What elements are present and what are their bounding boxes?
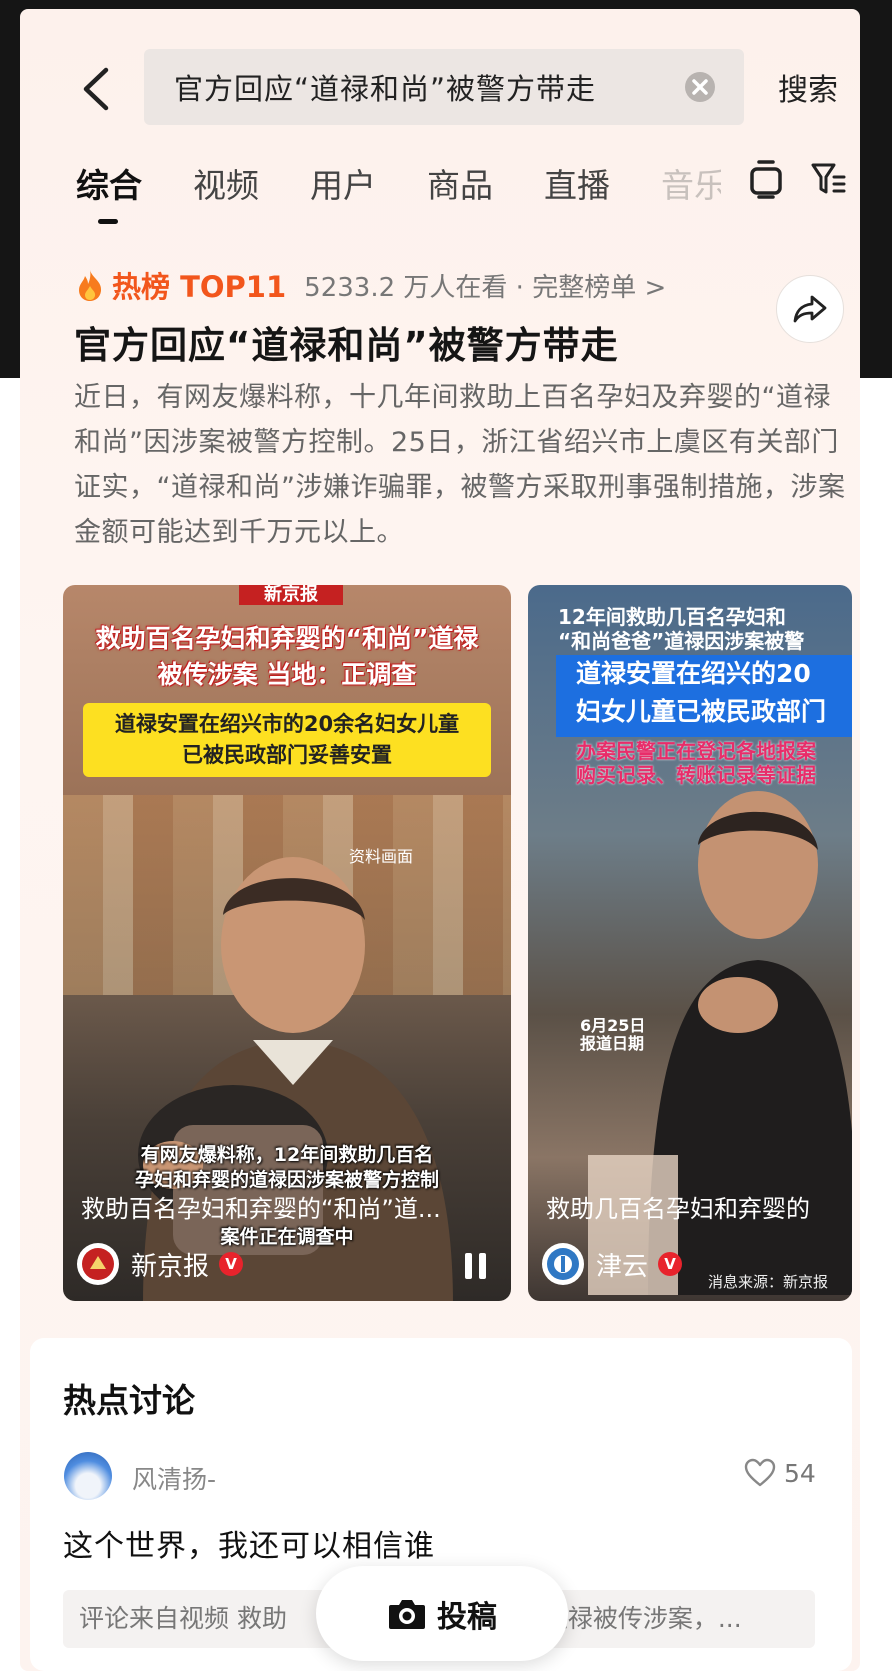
video-caption: 被传涉案 当地：正调查 xyxy=(157,660,417,689)
share-icon xyxy=(793,295,827,323)
post-button[interactable]: 投稿 xyxy=(316,1566,568,1661)
video-date-stamp: 6月25日 报道日期 xyxy=(580,1017,645,1053)
video-source-tag: 消息来源：新京报 xyxy=(707,1273,828,1291)
video-subtitle: 有网友爆料称，12年间救助几百名 孕妇和弃婴的道禄因涉案被警方控制 xyxy=(63,1143,511,1193)
filter-icon[interactable] xyxy=(810,161,846,197)
video-card[interactable]: 新京报 救助百名孕妇和弃婴的“和尚”道禄 被传涉案 当地：正调查 道禄安置在绍兴… xyxy=(63,585,511,1301)
topic-title: 官方回应“道禄和尚”被警方带走 xyxy=(74,324,619,367)
search-query: 官方回应“道禄和尚”被警方带走 xyxy=(174,72,597,106)
caption-line: 12年间救助几百名孕妇和 xyxy=(558,605,786,629)
tab-music[interactable]: 音乐 xyxy=(661,159,721,207)
author-logo-icon xyxy=(82,1248,114,1280)
date-line: 报道日期 xyxy=(580,1034,645,1053)
flame-icon xyxy=(79,270,102,301)
video-title: 救助百名孕妇和弃婴的“和尚”道... xyxy=(81,1195,441,1223)
video-caption: 救助百名孕妇和弃婴的“和尚”道禄 xyxy=(95,624,479,653)
tv-icon[interactable] xyxy=(748,159,784,199)
tab-live[interactable]: 直播 xyxy=(544,159,610,207)
tab-products[interactable]: 商品 xyxy=(427,159,493,207)
back-arrow-icon[interactable] xyxy=(78,64,118,114)
tab-video[interactable]: 视频 xyxy=(193,159,259,207)
hot-rank-label: 热榜 TOP11 xyxy=(112,270,287,304)
highlight-line: 道禄安置在绍兴市的20余名妇女儿童 xyxy=(114,712,460,736)
video-highlight-box: 道禄安置在绍兴市的20余名妇女儿童 已被民政部门妥善安置 xyxy=(83,703,491,777)
video-data-label: 资料画面 xyxy=(349,847,414,866)
highlight-line: 已被民政部门妥善安置 xyxy=(182,743,392,767)
caption-line: “和尚爸爸”道禄因涉案被警 xyxy=(558,629,805,653)
pause-icon[interactable] xyxy=(465,1253,487,1279)
section-title: 热点讨论 xyxy=(63,1381,195,1420)
comment-source-right: 道禄被传涉案，... xyxy=(542,1604,742,1633)
video-author[interactable]: 新京报 V xyxy=(77,1243,244,1285)
author-name: 津云 xyxy=(596,1251,649,1282)
video-highlight-box: 道禄安置在绍兴的20 妇女儿童已被民政部门 xyxy=(556,655,852,737)
video-caption: 12年间救助几百名孕妇和 “和尚爸爸”道禄因涉案被警 xyxy=(558,605,852,653)
clear-icon[interactable] xyxy=(684,71,716,103)
hot-rank-meta[interactable]: 5233.2 万人在看 · 完整榜单 > xyxy=(304,267,666,304)
tab-bar: 综合 视频 用户 商品 直播 音乐 xyxy=(76,159,721,207)
subtitle-line: 有网友爆料称，12年间救助几百名 xyxy=(140,1144,434,1166)
post-label: 投稿 xyxy=(437,1599,497,1635)
comment-username[interactable]: 风清扬- xyxy=(132,1460,216,1496)
topic-summary: 近日，有网友爆料称，十几年间救助上百名孕妇及弃婴的“道禄和尚”因涉案被警方控制。… xyxy=(74,382,846,548)
highlight-line: 道禄安置在绍兴的20 xyxy=(576,659,811,688)
caption-line: 办案民警正在登记各地报案 xyxy=(576,739,816,763)
verified-badge: V xyxy=(658,1252,683,1276)
camera-icon xyxy=(389,1599,425,1629)
hot-rank-row[interactable]: 热榜 TOP11 5233.2 万人在看 · 完整榜单 > xyxy=(76,264,666,306)
active-tab-indicator xyxy=(98,219,118,224)
tab-all[interactable]: 综合 xyxy=(76,159,142,207)
author-logo-icon xyxy=(547,1248,579,1280)
highlight-line: 妇女儿童已被民政部门 xyxy=(576,697,827,726)
like-count: 54 xyxy=(784,1458,816,1488)
video-author[interactable]: 津云 V xyxy=(542,1243,683,1285)
search-input[interactable]: 官方回应“道禄和尚”被警方带走 xyxy=(144,49,744,125)
author-name: 新京报 xyxy=(131,1251,210,1282)
like-button[interactable]: 54 xyxy=(744,1458,816,1488)
comment-source-left: 评论来自视频 救助 xyxy=(79,1604,287,1633)
author-avatar xyxy=(77,1243,119,1285)
avatar[interactable] xyxy=(64,1452,112,1500)
date-line: 6月25日 xyxy=(580,1016,646,1035)
share-button[interactable] xyxy=(776,275,844,343)
verified-badge: V xyxy=(219,1252,244,1276)
comment-text: 这个世界，我还可以相信谁 xyxy=(63,1529,435,1564)
author-avatar xyxy=(542,1243,584,1285)
video-card[interactable]: 12年间救助几百名孕妇和 “和尚爸爸”道禄因涉案被警 道禄安置在绍兴的20 妇女… xyxy=(528,585,852,1301)
heart-icon xyxy=(744,1458,776,1487)
video-title: 救助几百名孕妇和弃婴的 xyxy=(546,1195,810,1223)
search-button[interactable]: 搜索 xyxy=(778,65,838,109)
news-tag: 新京报 xyxy=(239,585,343,605)
tab-users[interactable]: 用户 xyxy=(310,159,376,207)
